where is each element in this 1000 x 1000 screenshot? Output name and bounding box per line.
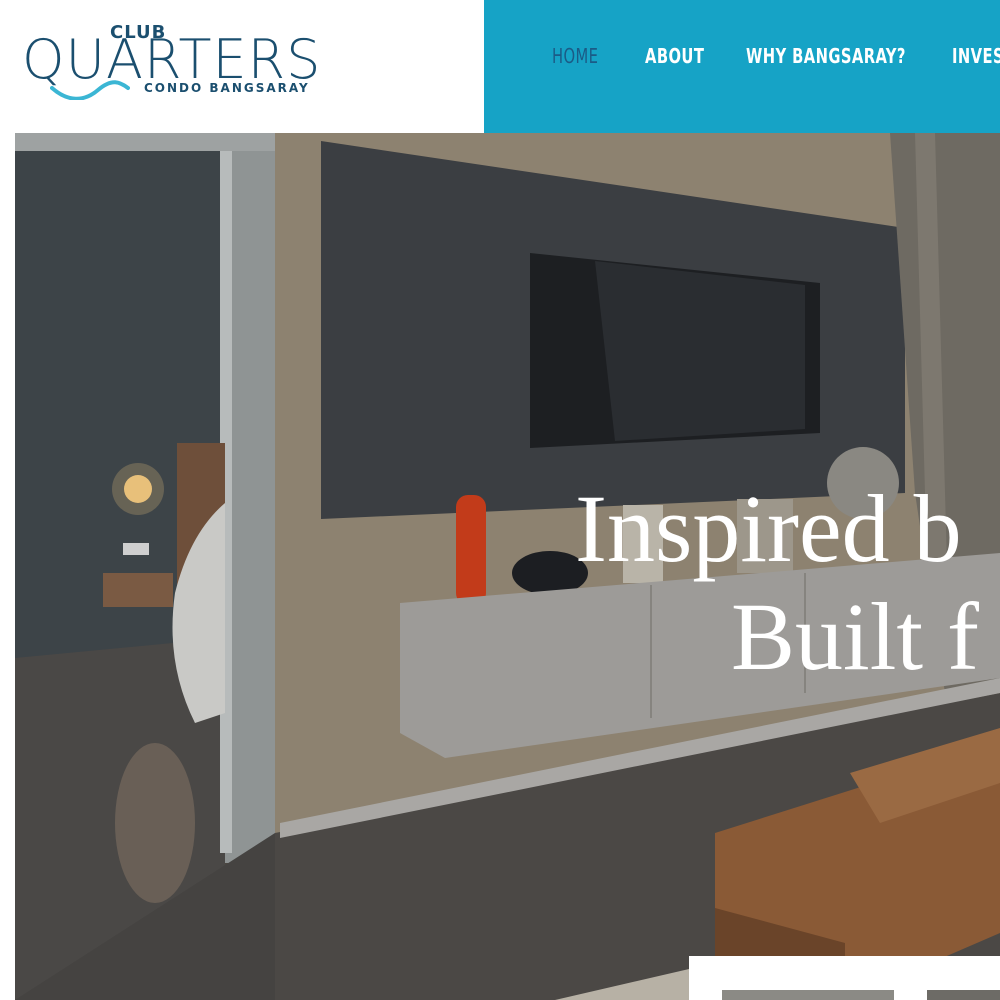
logo[interactable]: CLUB QUARTERS CONDO BANGSARAY bbox=[20, 14, 320, 106]
hero-banner: Inspired b Built f bbox=[15, 133, 1000, 1000]
nav-home[interactable]: HOME bbox=[552, 44, 598, 68]
card-thumbnail[interactable] bbox=[927, 990, 1000, 1000]
hero-title-line2: Built f bbox=[731, 583, 980, 690]
nav-why-bangsaray[interactable]: WHY BANGSARAY? bbox=[746, 44, 906, 68]
logo-subtitle: CONDO BANGSARAY bbox=[144, 81, 310, 95]
nav-invest[interactable]: INVES bbox=[952, 44, 1000, 68]
main-nav: HOME ABOUT WHY BANGSARAY? INVES bbox=[484, 0, 1000, 133]
logo-wave-icon bbox=[50, 80, 130, 100]
content-card bbox=[689, 956, 1000, 1000]
site-header: CLUB QUARTERS CONDO BANGSARAY HOME ABOUT… bbox=[0, 0, 1000, 133]
nav-about[interactable]: ABOUT bbox=[645, 44, 704, 68]
hero-title-line1: Inspired b bbox=[575, 475, 962, 582]
card-thumbnail[interactable] bbox=[722, 990, 894, 1000]
